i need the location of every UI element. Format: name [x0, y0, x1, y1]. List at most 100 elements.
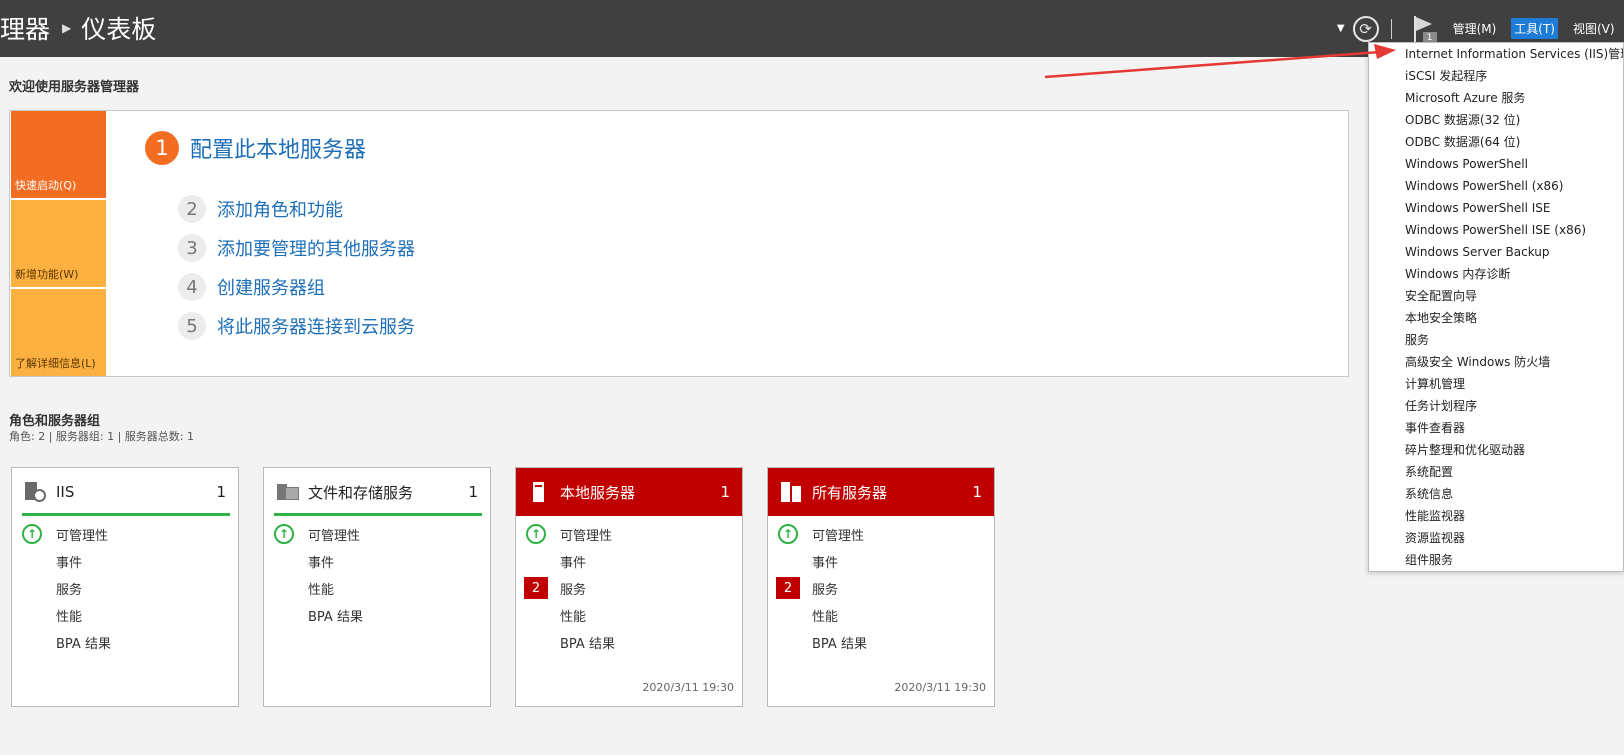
card-timestamp: 2020/3/11 19:30	[642, 681, 734, 694]
card-count: 1	[468, 483, 478, 501]
row-label: 性能	[560, 609, 587, 625]
row-label: 事件	[560, 555, 587, 571]
status-ok-icon: ↑	[274, 524, 294, 544]
tools-item-powershell-ise[interactable]: Windows PowerShell ISE	[1369, 197, 1623, 219]
row-label: BPA 结果	[560, 636, 615, 652]
row-label: 性能	[812, 609, 839, 625]
tools-item-odbc64[interactable]: ODBC 数据源(64 位)	[1369, 131, 1623, 153]
tools-item-azure[interactable]: Microsoft Azure 服务	[1369, 87, 1623, 109]
card-count: 1	[720, 483, 730, 501]
step-configure-local-server[interactable]: 1 配置此本地服务器	[145, 131, 366, 165]
card-header[interactable]: 本地服务器 1	[516, 468, 742, 516]
row-label: 可管理性	[560, 528, 613, 544]
tools-item-performance-monitor[interactable]: 性能监视器	[1369, 505, 1623, 527]
row-label: 事件	[56, 555, 83, 571]
row-label: 事件	[308, 555, 335, 571]
row-label: 可管理性	[308, 528, 361, 544]
welcome-title: 欢迎使用服务器管理器	[9, 80, 140, 95]
card-title: 所有服务器	[812, 483, 888, 502]
tools-item-event-viewer[interactable]: 事件查看器	[1369, 417, 1623, 439]
row-label: 服务	[56, 582, 83, 598]
role-card-iis[interactable]: IIS 1 ↑ 可管理性 事件 服务 性能 BPA 结果	[11, 467, 239, 707]
step-link[interactable]: 配置此本地服务器	[190, 132, 366, 164]
role-card-all-servers[interactable]: 所有服务器 1 ↑ 可管理性 事件 2 服务 性能 BPA 结果 2020/3/…	[767, 467, 995, 707]
menu-view[interactable]: 视图(V)	[1570, 18, 1624, 39]
tools-item-computer-management[interactable]: 计算机管理	[1369, 373, 1623, 395]
row-label: BPA 结果	[812, 636, 867, 652]
tools-item-system-info[interactable]: 系统信息	[1369, 483, 1623, 505]
roles-section-title: 角色和服务器组	[9, 414, 101, 429]
card-timestamp: 2020/3/11 19:30	[894, 681, 986, 694]
menu-manage[interactable]: 管理(M)	[1450, 18, 1500, 39]
role-card-local-server[interactable]: 本地服务器 1 ↑ 可管理性 事件 2 服务 性能 BPA 结果 2020/3/…	[515, 467, 743, 707]
role-card-file-storage[interactable]: 文件和存储服务 1 ↑ 可管理性 事件 性能 BPA 结果	[263, 467, 491, 707]
step-create-group[interactable]: 4 创建服务器组	[178, 273, 325, 301]
row-label: BPA 结果	[308, 609, 363, 625]
notifications-flag-icon[interactable]: 1	[1410, 14, 1438, 44]
step-number: 4	[178, 273, 206, 301]
tools-item-server-backup[interactable]: Windows Server Backup	[1369, 241, 1623, 263]
tile-whats-new-label: 新增功能(W)	[15, 268, 79, 281]
row-label: 服务	[812, 582, 839, 598]
tools-item-services[interactable]: 服务	[1369, 329, 1623, 351]
card-header[interactable]: 所有服务器 1	[768, 468, 994, 516]
step-connect-cloud[interactable]: 5 将此服务器连接到云服务	[178, 312, 415, 340]
step-link[interactable]: 创建服务器组	[217, 274, 325, 300]
tools-item-powershell-x86[interactable]: Windows PowerShell (x86)	[1369, 175, 1623, 197]
card-title: 本地服务器	[560, 483, 636, 502]
tile-quick-start[interactable]: 快速启动(Q)	[11, 111, 106, 198]
breadcrumb-separator-icon: ▶	[62, 21, 72, 35]
refresh-icon[interactable]: ⟳	[1352, 15, 1379, 42]
iis-server-icon	[24, 481, 48, 503]
tools-item-powershell[interactable]: Windows PowerShell	[1369, 153, 1623, 175]
tile-learn-more-label: 了解详细信息(L)	[15, 357, 96, 370]
step-link[interactable]: 添加要管理的其他服务器	[217, 235, 415, 261]
row-label: 可管理性	[56, 528, 109, 544]
step-number: 1	[145, 131, 179, 165]
menu-tools[interactable]: 工具(T)	[1511, 18, 1558, 39]
card-count: 1	[216, 483, 226, 501]
row-label: BPA 结果	[56, 636, 111, 652]
status-ok-icon: ↑	[526, 524, 546, 544]
step-number: 5	[178, 312, 206, 340]
tools-item-odbc32[interactable]: ODBC 数据源(32 位)	[1369, 109, 1623, 131]
step-add-servers[interactable]: 3 添加要管理的其他服务器	[178, 234, 415, 262]
step-link[interactable]: 添加角色和功能	[217, 196, 343, 222]
history-dropdown-icon[interactable]: ▼	[1337, 23, 1345, 34]
row-label: 性能	[56, 609, 83, 625]
row-label: 可管理性	[812, 528, 865, 544]
tools-item-task-scheduler[interactable]: 任务计划程序	[1369, 395, 1623, 417]
row-label: 服务	[560, 582, 587, 598]
alert-count-badge: 2	[524, 577, 548, 599]
tools-item-local-security-policy[interactable]: 本地安全策略	[1369, 307, 1623, 329]
alert-count-badge: 2	[776, 577, 800, 599]
tools-item-firewall[interactable]: 高级安全 Windows 防火墙	[1369, 351, 1623, 373]
tools-item-security-wizard[interactable]: 安全配置向导	[1369, 285, 1623, 307]
tools-item-memory-diagnostic[interactable]: Windows 内存诊断	[1369, 263, 1623, 285]
tile-whats-new[interactable]: 新增功能(W)	[11, 200, 106, 287]
breadcrumb: 理器 ▶ 仪表板	[0, 10, 156, 46]
tile-learn-more[interactable]: 了解详细信息(L)	[11, 289, 106, 376]
file-storage-icon	[276, 481, 300, 503]
breadcrumb-parent[interactable]: 理器	[0, 10, 50, 46]
tools-item-iscsi[interactable]: iSCSI 发起程序	[1369, 65, 1623, 87]
tools-item-iis-manager[interactable]: Internet Information Services (IIS)管理器	[1369, 43, 1623, 65]
page-title: 仪表板	[81, 15, 157, 44]
servers-icon	[780, 481, 804, 503]
card-header[interactable]: 文件和存储服务 1	[264, 468, 490, 516]
tile-quick-start-label: 快速启动(Q)	[15, 179, 77, 192]
step-number: 2	[178, 195, 206, 223]
card-count: 1	[972, 483, 982, 501]
tools-item-system-config[interactable]: 系统配置	[1369, 461, 1623, 483]
tools-dropdown-menu: Internet Information Services (IIS)管理器 i…	[1368, 42, 1624, 572]
tools-item-defrag[interactable]: 碎片整理和优化驱动器	[1369, 439, 1623, 461]
step-number: 3	[178, 234, 206, 262]
server-icon	[528, 481, 552, 503]
tools-item-resource-monitor[interactable]: 资源监视器	[1369, 527, 1623, 549]
tools-item-component-services[interactable]: 组件服务	[1369, 549, 1623, 571]
step-link[interactable]: 将此服务器连接到云服务	[217, 313, 415, 339]
tools-item-powershell-ise-x86[interactable]: Windows PowerShell ISE (x86)	[1369, 219, 1623, 241]
divider	[1390, 18, 1392, 39]
step-add-roles[interactable]: 2 添加角色和功能	[178, 195, 343, 223]
card-header[interactable]: IIS 1	[12, 468, 238, 516]
